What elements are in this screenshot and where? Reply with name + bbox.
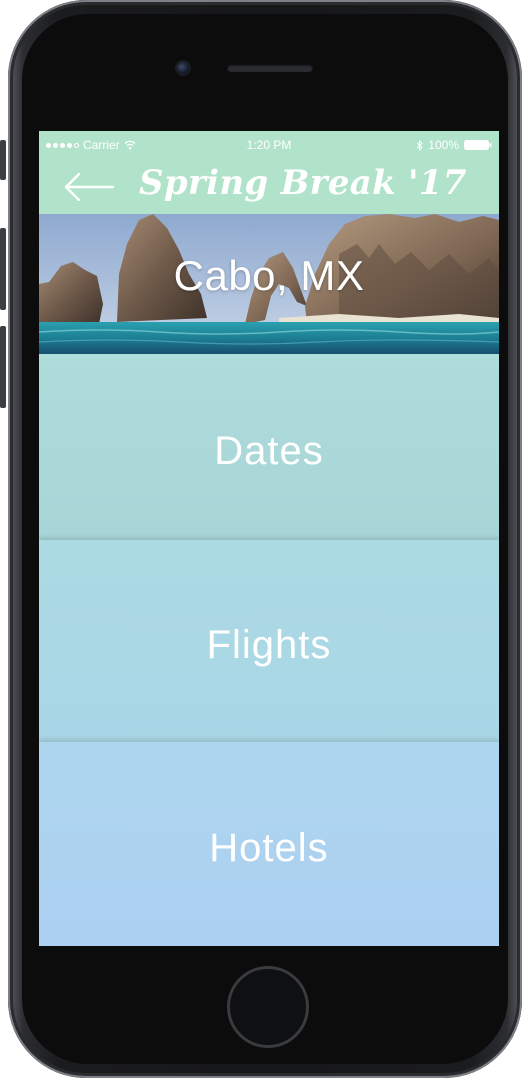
destination-banner[interactable]: Cabo, MX (39, 214, 499, 354)
trip-title: Spring Break '17 (139, 163, 467, 203)
battery-icon (464, 140, 492, 150)
destination-title: Cabo, MX (173, 252, 365, 299)
app-screen: Carrier 1:20 PM 100% Spring Break '17 Ca… (39, 131, 499, 946)
volume-down-button (0, 326, 6, 408)
menu-item-flights[interactable]: Flights (39, 540, 499, 742)
mute-switch (0, 140, 6, 180)
menu-item-dates[interactable]: Dates (39, 354, 499, 540)
earpiece-speaker (227, 64, 313, 72)
menu-item-label: Dates (214, 428, 324, 473)
status-right: 100% (416, 138, 492, 152)
arrow-left-icon[interactable] (63, 173, 115, 201)
volume-up-button (0, 228, 6, 310)
battery-percent: 100% (428, 138, 459, 152)
bluetooth-icon (416, 139, 424, 151)
status-bar: Carrier 1:20 PM 100% (39, 131, 499, 159)
home-button[interactable] (227, 966, 309, 1048)
menu-item-label: Flights (206, 622, 332, 667)
front-camera (177, 62, 189, 74)
menu-item-label: Hotels (209, 825, 329, 870)
navigation-bar: Spring Break '17 (39, 159, 499, 214)
menu-item-hotels[interactable]: Hotels (39, 742, 499, 946)
